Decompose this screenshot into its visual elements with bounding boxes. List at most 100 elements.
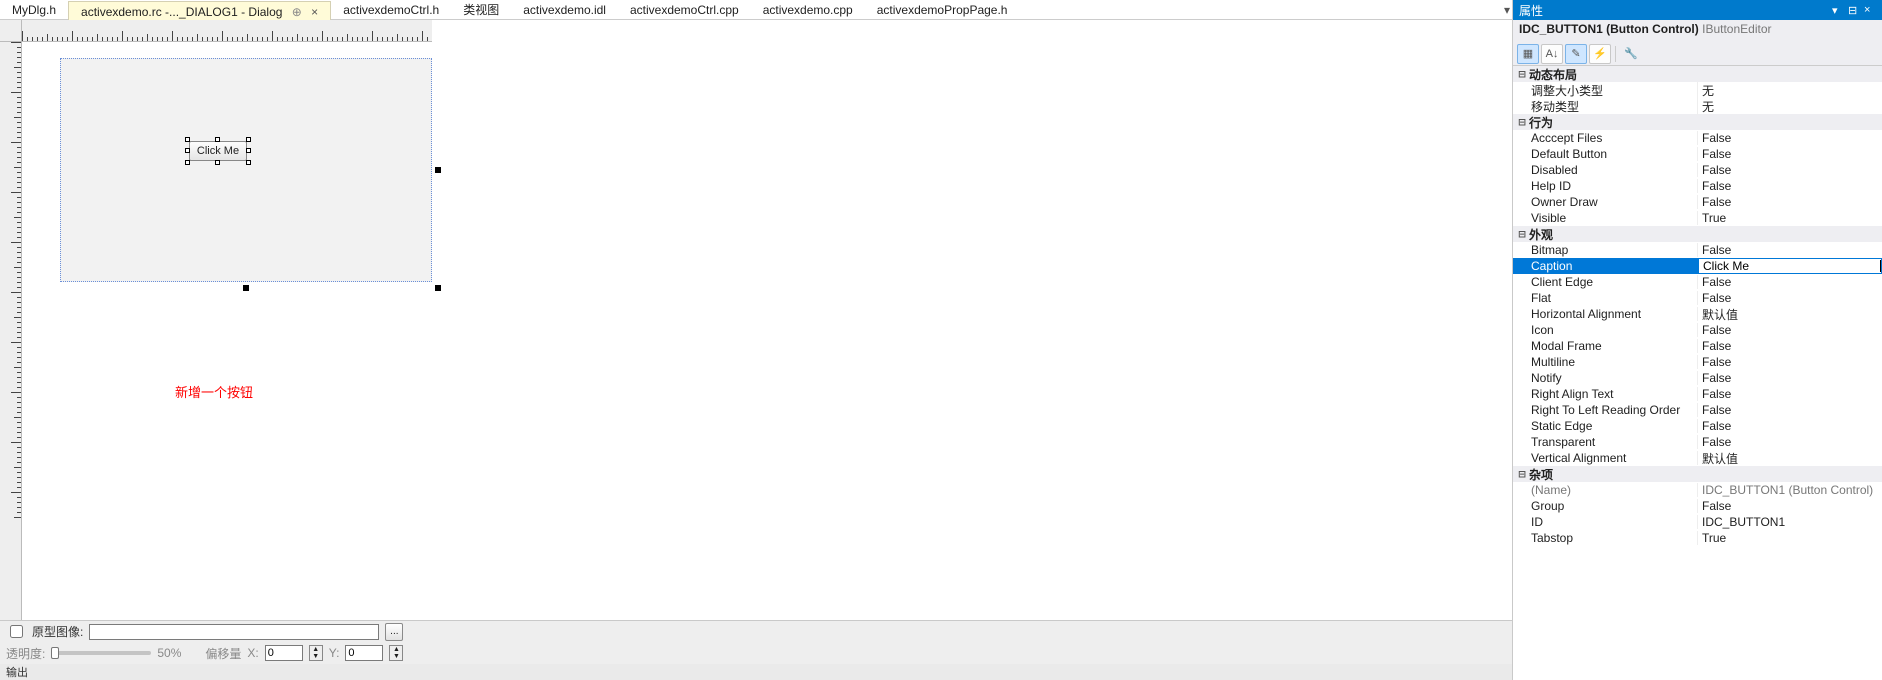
category-row[interactable]: ⊟外观 — [1513, 226, 1882, 242]
resize-handle-sw[interactable] — [185, 160, 190, 165]
category-row[interactable]: ⊟杂项 — [1513, 466, 1882, 482]
property-value[interactable]: False — [1698, 195, 1882, 209]
offset-x-spinner[interactable]: ▲▼ — [309, 645, 323, 661]
property-row[interactable]: Horizontal Alignment默认值 — [1513, 306, 1882, 322]
property-value[interactable]: False — [1698, 371, 1882, 385]
property-value[interactable]: False — [1698, 355, 1882, 369]
categorized-icon[interactable]: ▦ — [1517, 44, 1539, 64]
property-row[interactable]: Acccept FilesFalse — [1513, 130, 1882, 146]
property-value[interactable]: False — [1698, 499, 1882, 513]
vertical-ruler[interactable] — [0, 42, 22, 620]
property-row[interactable]: Owner DrawFalse — [1513, 194, 1882, 210]
tab-idl[interactable]: activexdemo.idl — [511, 0, 618, 20]
property-row[interactable]: Default ButtonFalse — [1513, 146, 1882, 162]
dialog-resize-se[interactable] — [435, 285, 441, 291]
property-value[interactable]: False — [1698, 275, 1882, 289]
property-row[interactable]: 调整大小类型无 — [1513, 82, 1882, 98]
property-value[interactable]: False — [1698, 387, 1882, 401]
slider-thumb[interactable] — [51, 647, 59, 659]
collapse-icon[interactable]: ⊟ — [1515, 67, 1529, 81]
tab-dialog-designer[interactable]: activexdemo.rc -..._DIALOG1 - Dialog ⊕ × — [68, 1, 331, 21]
selected-object-line[interactable]: IDC_BUTTON1 (Button Control) IButtonEdit… — [1513, 20, 1882, 42]
tab-overflow-icon[interactable]: ▾ — [1502, 3, 1512, 17]
tab-ctrl-h[interactable]: activexdemoCtrl.h — [331, 0, 451, 20]
alphabetical-icon[interactable]: A↓ — [1541, 44, 1563, 64]
resize-handle-nw[interactable] — [185, 137, 190, 142]
dialog-canvas[interactable]: Click Me — [22, 42, 1512, 620]
property-row[interactable]: CaptionClick Me — [1513, 258, 1882, 274]
button-control[interactable]: Click Me — [189, 141, 247, 161]
tab-classview[interactable]: 类视图 — [451, 0, 511, 20]
property-row[interactable]: Vertical Alignment默认值 — [1513, 450, 1882, 466]
property-row[interactable]: TabstopTrue — [1513, 530, 1882, 546]
offset-x-input[interactable] — [265, 645, 303, 661]
browse-button[interactable]: ... — [385, 623, 403, 641]
property-value[interactable]: False — [1698, 419, 1882, 433]
property-value[interactable]: True — [1698, 531, 1882, 545]
resize-handle-ne[interactable] — [246, 137, 251, 142]
property-row[interactable]: Help IDFalse — [1513, 178, 1882, 194]
property-value[interactable]: Click Me — [1698, 258, 1882, 274]
panel-close-icon[interactable]: × — [1864, 4, 1876, 16]
property-row[interactable]: VisibleTrue — [1513, 210, 1882, 226]
property-value[interactable]: False — [1698, 339, 1882, 353]
output-tab[interactable]: 输出 — [0, 664, 1512, 680]
panel-pin-icon[interactable]: ⊟ — [1848, 4, 1860, 16]
property-grid[interactable]: ⊟动态布局调整大小类型无移动类型无⊟行为Acccept FilesFalseDe… — [1513, 66, 1882, 680]
opacity-slider[interactable] — [51, 651, 151, 655]
property-row[interactable]: Right To Left Reading OrderFalse — [1513, 402, 1882, 418]
property-row[interactable]: FlatFalse — [1513, 290, 1882, 306]
proto-checkbox[interactable] — [10, 625, 23, 638]
property-pages-icon[interactable]: 🔧 — [1620, 44, 1642, 64]
tab-demo-cpp[interactable]: activexdemo.cpp — [751, 0, 865, 20]
panel-titlebar[interactable]: 属性 ▾ ⊟ × — [1513, 0, 1882, 20]
property-row[interactable]: NotifyFalse — [1513, 370, 1882, 386]
property-row[interactable]: TransparentFalse — [1513, 434, 1882, 450]
resize-handle-w[interactable] — [185, 148, 190, 153]
property-value[interactable]: IDC_BUTTON1 (Button Control) — [1698, 483, 1882, 497]
collapse-icon[interactable]: ⊟ — [1515, 115, 1529, 129]
collapse-icon[interactable]: ⊟ — [1515, 467, 1529, 481]
property-value[interactable]: False — [1698, 131, 1882, 145]
property-value[interactable]: 默认值 — [1698, 450, 1882, 467]
property-row[interactable]: Right Align TextFalse — [1513, 386, 1882, 402]
horizontal-ruler[interactable] — [22, 20, 432, 42]
dialog-resize-e[interactable] — [435, 167, 441, 173]
resize-handle-e[interactable] — [246, 148, 251, 153]
property-value[interactable]: 无 — [1698, 98, 1882, 115]
close-icon[interactable]: × — [311, 5, 318, 19]
property-row[interactable]: Modal FrameFalse — [1513, 338, 1882, 354]
tab-mydlg[interactable]: MyDlg.h — [0, 0, 68, 20]
property-row[interactable]: IDIDC_BUTTON1 — [1513, 514, 1882, 530]
category-row[interactable]: ⊟行为 — [1513, 114, 1882, 130]
property-row[interactable]: Client EdgeFalse — [1513, 274, 1882, 290]
resize-handle-s[interactable] — [215, 160, 220, 165]
property-value[interactable]: False — [1698, 435, 1882, 449]
property-value[interactable]: False — [1698, 403, 1882, 417]
dialog-resize-s[interactable] — [243, 285, 249, 291]
events-icon[interactable]: ⚡ — [1589, 44, 1611, 64]
pin-icon[interactable]: ⊕ — [292, 5, 302, 19]
tab-ctrl-cpp[interactable]: activexdemoCtrl.cpp — [618, 0, 751, 20]
offset-y-spinner[interactable]: ▲▼ — [389, 645, 403, 661]
offset-y-input[interactable] — [345, 645, 383, 661]
property-value[interactable]: False — [1698, 179, 1882, 193]
proto-path-input[interactable] — [89, 624, 379, 640]
tab-proppage-h[interactable]: activexdemoPropPage.h — [865, 0, 1020, 20]
property-row[interactable]: (Name)IDC_BUTTON1 (Button Control) — [1513, 482, 1882, 498]
resize-handle-se[interactable] — [246, 160, 251, 165]
property-value[interactable]: False — [1698, 291, 1882, 305]
property-row[interactable]: BitmapFalse — [1513, 242, 1882, 258]
property-row[interactable]: 移动类型无 — [1513, 98, 1882, 114]
panel-menu-icon[interactable]: ▾ — [1832, 4, 1844, 16]
property-value[interactable]: False — [1698, 147, 1882, 161]
property-value[interactable]: False — [1698, 243, 1882, 257]
property-value[interactable]: False — [1698, 163, 1882, 177]
property-row[interactable]: IconFalse — [1513, 322, 1882, 338]
property-value[interactable]: 默认值 — [1698, 306, 1882, 323]
category-row[interactable]: ⊟动态布局 — [1513, 66, 1882, 82]
property-row[interactable]: DisabledFalse — [1513, 162, 1882, 178]
property-row[interactable]: MultilineFalse — [1513, 354, 1882, 370]
property-row[interactable]: Static EdgeFalse — [1513, 418, 1882, 434]
resize-handle-n[interactable] — [215, 137, 220, 142]
